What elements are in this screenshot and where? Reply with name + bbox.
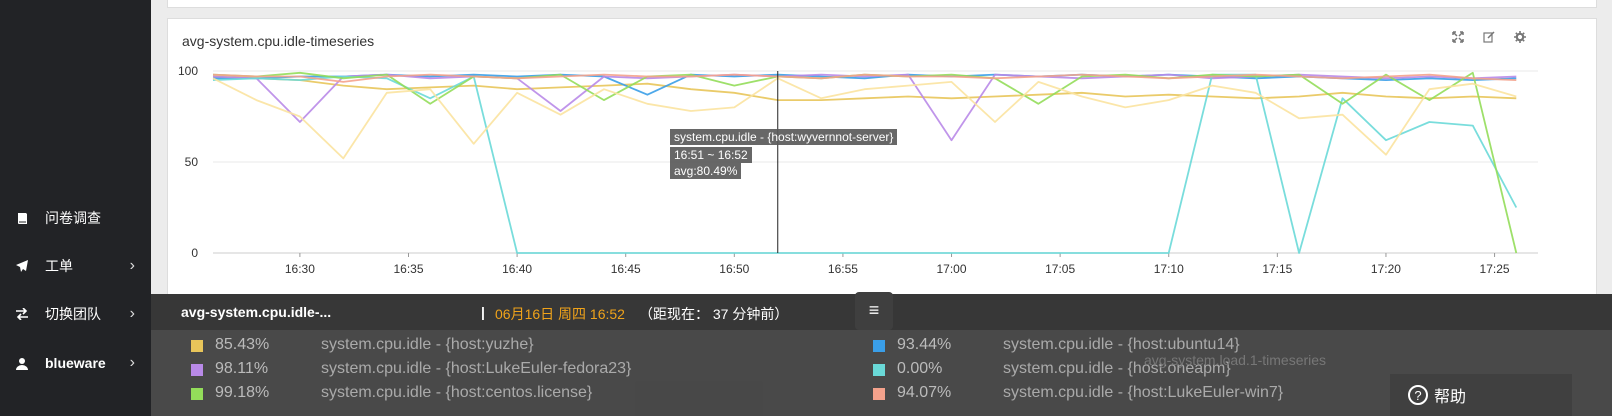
previous-card — [167, 0, 1597, 8]
x-tick-label: 16:40 — [502, 262, 532, 276]
x-tick-label: 17:00 — [937, 262, 967, 276]
chevron-right-icon: › — [129, 305, 135, 322]
cpu-idle-chart[interactable]: 0 50 100 16:30 16:35 16:40 16:45 16:50 16:55 17:0… — [168, 19, 1598, 329]
legend-value: 99.18% — [215, 384, 270, 401]
sidebar-item-label: 问卷调查 — [45, 210, 101, 226]
x-tick-label: 17:15 — [1262, 262, 1292, 276]
y-tick-label: 0 — [191, 246, 198, 260]
x-tick-label: 17:05 — [1045, 262, 1075, 276]
x-tick-label: 16:30 — [285, 262, 315, 276]
series-line-6 — [212, 77, 1517, 160]
book-icon — [14, 210, 30, 226]
legend-value: 0.00% — [897, 360, 943, 377]
tooltip-range: 16:51 ~ 16:52 — [670, 147, 752, 163]
sidebar-item-label: 切换团队 — [45, 306, 101, 322]
legend-swatch — [191, 364, 203, 376]
overlay-title: avg-system.cpu.idle-... — [181, 304, 332, 320]
legend-swatch — [191, 340, 203, 352]
overlay-separator: | — [481, 304, 485, 320]
chart-panel: avg-system.cpu.idle-timeseries 0 50 100 16:… — [167, 18, 1597, 328]
legend-series-name[interactable]: system.cpu.idle - {host:yuzhe} — [321, 336, 534, 354]
series-line-3 — [212, 73, 1518, 254]
x-tick-label: 16:55 — [828, 262, 858, 276]
help-label: 帮助 — [1434, 389, 1467, 406]
user-icon — [14, 355, 30, 371]
legend-value: 93.44% — [897, 336, 952, 353]
legend-series-name[interactable]: system.cpu.idle - {host:LukeEuler-fedora… — [321, 360, 631, 378]
sidebar-item-label: blueware — [45, 355, 106, 371]
legend-value: 94.07% — [897, 384, 952, 401]
tooltip-value: avg:80.49% — [670, 163, 742, 179]
x-tick-label: 17:10 — [1154, 262, 1184, 276]
tooltip-series: system.cpu.idle - {host:wyvernnot-server… — [670, 129, 898, 145]
sidebar-item-survey[interactable]: 问卷调查 — [0, 198, 151, 238]
x-tick-label: 16:45 — [611, 262, 641, 276]
sidebar-item-user[interactable]: blueware › — [0, 343, 151, 383]
question-icon: ? — [1408, 385, 1428, 405]
menu-icon[interactable]: ≡ — [855, 292, 893, 330]
x-tick-label: 16:35 — [393, 262, 423, 276]
y-tick-label: 50 — [185, 155, 199, 169]
sidebar-item-tickets[interactable]: 工单 › — [0, 246, 151, 286]
sidebar-item-label: 工单 — [45, 258, 73, 274]
y-tick-label: 100 — [178, 64, 198, 78]
sidebar-item-switch-team[interactable]: 切换团队 › — [0, 294, 151, 334]
sidebar: 问卷调查 工单 › 切换团队 › blueware › — [0, 0, 151, 416]
legend-swatch — [873, 340, 885, 352]
overlay-relative-time: （距现在： 37 分钟前） — [639, 306, 789, 322]
x-tick-label: 17:20 — [1371, 262, 1401, 276]
legend-series-name[interactable]: system.cpu.idle - {host:centos.license} — [321, 384, 592, 402]
chevron-right-icon: › — [129, 354, 135, 371]
legend-series-name[interactable]: system.cpu.idle - {host:LukeEuler-win7} — [1003, 384, 1283, 402]
legend-swatch — [191, 388, 203, 400]
legend-swatch — [873, 364, 885, 376]
overlay-date: 06月16日 周四 16:52 — [495, 306, 625, 322]
series-line-4 — [212, 71, 1518, 254]
legend-value: 98.11% — [215, 360, 269, 377]
legend-swatch — [873, 388, 885, 400]
x-tick-label: 16:50 — [719, 262, 749, 276]
legend-value: 85.43% — [215, 336, 270, 353]
panel2-title: avg-system.load.1-timeseries — [1144, 352, 1327, 368]
exchange-icon — [14, 306, 30, 322]
chevron-right-icon: › — [129, 257, 135, 274]
paper-plane-icon — [14, 258, 30, 274]
x-tick-label: 17:25 — [1480, 262, 1510, 276]
help-button[interactable]: ? 帮助 — [1390, 374, 1572, 416]
